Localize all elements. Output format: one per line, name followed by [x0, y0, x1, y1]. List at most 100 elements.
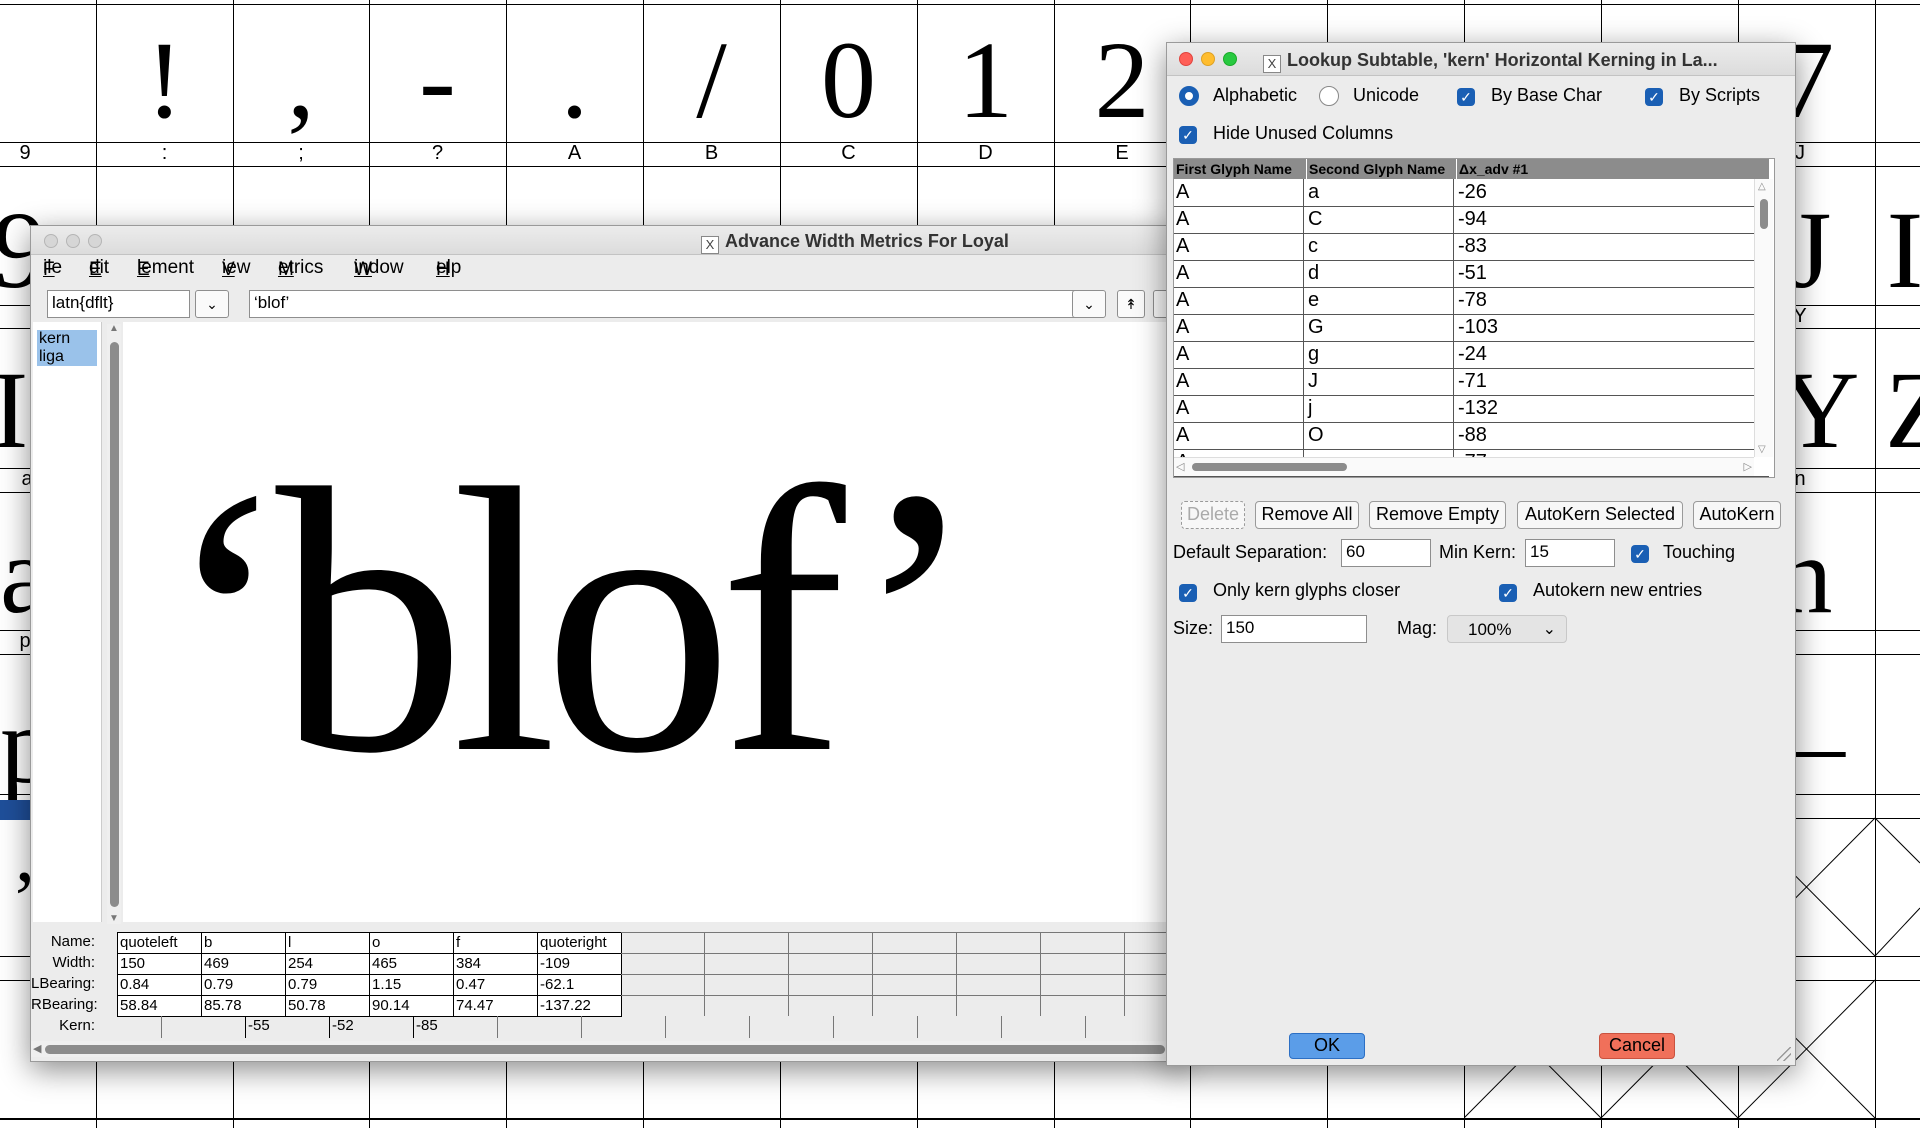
- metrics-titlebar[interactable]: X Advance Width Metrics For Loyal: [31, 226, 1181, 255]
- by-scripts-label[interactable]: By Scripts: [1679, 85, 1760, 106]
- by-scripts-checkbox[interactable]: ✓: [1645, 88, 1663, 106]
- hscroll-thumb[interactable]: [45, 1045, 1165, 1054]
- rbearing-cell[interactable]: 50.78: [285, 995, 370, 1017]
- script-field[interactable]: latn{dflt}: [47, 290, 190, 318]
- kern-scroll-thumb[interactable]: [1760, 199, 1768, 229]
- kern-pair-row[interactable]: Aa -26: [1174, 179, 1769, 207]
- grid-glyph[interactable]: 1: [917, 20, 1054, 140]
- feature-item[interactable]: kern: [37, 330, 97, 348]
- menu-metrics[interactable]: Metrics: [278, 257, 323, 280]
- kern-pair-row[interactable]: A J -71: [1174, 368, 1769, 396]
- kern-horizontal-scrollbar[interactable]: ◁ ▷: [1174, 457, 1754, 476]
- size-input[interactable]: 150: [1221, 615, 1367, 643]
- dialog-titlebar[interactable]: X Lookup Subtable, 'kern' Horizontal Kern…: [1167, 43, 1795, 76]
- dx-adv-cell[interactable]: -103: [1458, 314, 1498, 340]
- lbearing-cell[interactable]: 0.79: [285, 974, 370, 996]
- grid-glyph[interactable]: I: [1885, 195, 1920, 305]
- name-cell[interactable]: f: [453, 932, 538, 954]
- kern-hscroll-thumb[interactable]: [1192, 463, 1347, 471]
- kern-cell[interactable]: -52: [329, 1016, 414, 1038]
- alphabetic-label[interactable]: Alphabetic: [1213, 85, 1297, 106]
- menu-window[interactable]: Window: [354, 257, 404, 280]
- zoom-button[interactable]: [88, 234, 102, 248]
- grid-glyph[interactable]: /: [643, 20, 780, 140]
- glyph-preview-area[interactable]: ‘blof’: [123, 322, 1179, 922]
- width-cell[interactable]: 469: [201, 953, 286, 975]
- autokern-new-checkbox[interactable]: ✓: [1499, 584, 1517, 602]
- width-cell[interactable]: 384: [453, 953, 538, 975]
- grid-glyph[interactable]: .: [506, 20, 643, 140]
- dx-adv-cell[interactable]: -51: [1458, 260, 1487, 286]
- min-kern-input[interactable]: 15: [1525, 539, 1615, 567]
- scroll-down-arrow[interactable]: ▼: [107, 914, 121, 924]
- menu-element[interactable]: Element: [137, 257, 194, 280]
- by-base-char-label[interactable]: By Base Char: [1491, 85, 1602, 106]
- autokern-new-label[interactable]: Autokern new entries: [1533, 580, 1702, 601]
- menu-view[interactable]: View: [222, 257, 251, 280]
- by-base-char-checkbox[interactable]: ✓: [1457, 88, 1475, 106]
- zoom-button[interactable]: [1223, 52, 1237, 66]
- col-first-glyph[interactable]: First Glyph Name: [1176, 159, 1292, 179]
- kern-pair-row[interactable]: Ag -24: [1174, 341, 1769, 369]
- col-second-glyph[interactable]: Second Glyph Name: [1306, 159, 1445, 179]
- kern-pair-row[interactable]: Ad -51: [1174, 260, 1769, 288]
- kern-vertical-scrollbar[interactable]: △ ▽: [1754, 179, 1773, 457]
- kern-pair-row[interactable]: A O -88: [1174, 422, 1769, 450]
- lbearing-cell[interactable]: 1.15: [369, 974, 454, 996]
- cancel-button[interactable]: Cancel: [1599, 1033, 1675, 1059]
- rbearing-cell[interactable]: 58.84: [117, 995, 202, 1017]
- only-closer-checkbox[interactable]: ✓: [1179, 584, 1197, 602]
- close-button[interactable]: [44, 234, 58, 248]
- text-input[interactable]: ‘blof’: [249, 290, 1097, 318]
- name-cell[interactable]: b: [201, 932, 286, 954]
- minimize-button[interactable]: [66, 234, 80, 248]
- hide-unused-label[interactable]: Hide Unused Columns: [1213, 123, 1393, 144]
- ok-button[interactable]: OK: [1289, 1033, 1365, 1059]
- rbearing-cell[interactable]: 90.14: [369, 995, 454, 1017]
- rbearing-cell[interactable]: -137.22: [537, 995, 622, 1017]
- dx-adv-cell[interactable]: -71: [1458, 368, 1487, 394]
- default-separation-input[interactable]: 60: [1341, 539, 1431, 567]
- kern-pair-row[interactable]: A G -103: [1174, 314, 1769, 342]
- name-cell[interactable]: l: [285, 932, 370, 954]
- resize-grip[interactable]: [1777, 1047, 1791, 1061]
- width-cell[interactable]: -109: [537, 953, 622, 975]
- kern-pair-row[interactable]: Ae -78: [1174, 287, 1769, 315]
- name-cell[interactable]: quoteright: [537, 932, 622, 954]
- scroll-up-arrow[interactable]: ▲: [107, 324, 121, 334]
- kern-pair-row[interactable]: Aj -132: [1174, 395, 1769, 423]
- dx-adv-cell[interactable]: -26: [1458, 179, 1487, 205]
- lbearing-cell[interactable]: -62.1: [537, 974, 622, 996]
- remove-empty-button[interactable]: Remove Empty: [1369, 501, 1506, 529]
- menu-file[interactable]: File: [43, 257, 62, 280]
- unicode-radio[interactable]: [1319, 86, 1339, 106]
- touching-checkbox[interactable]: ✓: [1631, 545, 1649, 563]
- scroll-left-arrow[interactable]: ◀: [33, 1041, 41, 1057]
- grid-glyph[interactable]: Z: [1885, 355, 1920, 465]
- width-cell[interactable]: 254: [285, 953, 370, 975]
- lbearing-cell[interactable]: 0.47: [453, 974, 538, 996]
- pin-button[interactable]: ↟: [1117, 290, 1145, 318]
- dx-adv-cell[interactable]: -83: [1458, 233, 1487, 259]
- lbearing-cell[interactable]: 0.79: [201, 974, 286, 996]
- grid-glyph[interactable]: ,: [233, 20, 369, 140]
- rbearing-cell[interactable]: 85.78: [201, 995, 286, 1017]
- kern-cell[interactable]: -85: [413, 1016, 498, 1038]
- script-dropdown-button[interactable]: ⌄: [195, 290, 229, 318]
- remove-all-button[interactable]: Remove All: [1255, 501, 1359, 529]
- name-cell[interactable]: quoteleft: [117, 932, 202, 954]
- delete-button[interactable]: Delete: [1181, 501, 1245, 529]
- only-closer-label[interactable]: Only kern glyphs closer: [1213, 580, 1400, 601]
- scroll-thumb[interactable]: [110, 342, 119, 907]
- alphabetic-radio[interactable]: [1179, 86, 1199, 106]
- minimize-button[interactable]: [1201, 52, 1215, 66]
- rbearing-cell[interactable]: 74.47: [453, 995, 538, 1017]
- kern-pair-row[interactable]: A C -94: [1174, 206, 1769, 234]
- dx-adv-cell[interactable]: -94: [1458, 206, 1487, 232]
- kern-pair-row[interactable]: Ac -83: [1174, 233, 1769, 261]
- width-cell[interactable]: 465: [369, 953, 454, 975]
- close-button[interactable]: [1179, 52, 1193, 66]
- unicode-label[interactable]: Unicode: [1353, 85, 1419, 106]
- grid-glyph[interactable]: !: [96, 20, 233, 140]
- kern-cell[interactable]: -55: [245, 1016, 330, 1038]
